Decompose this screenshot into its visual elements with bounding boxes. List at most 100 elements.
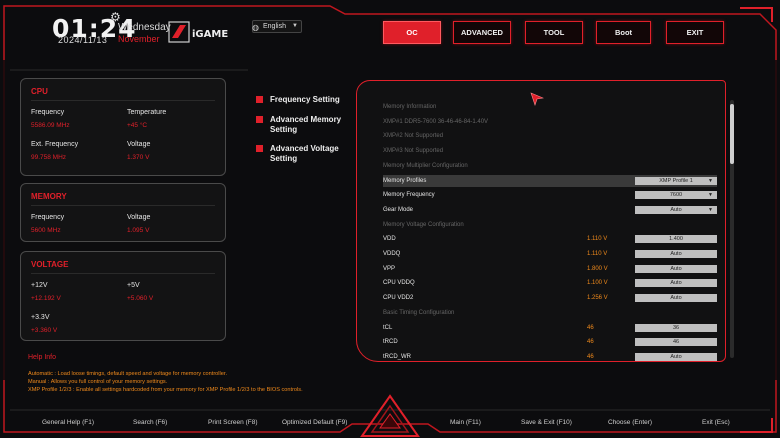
setting-row-trcd[interactable]: tRCD 46 46: [383, 336, 717, 348]
v33-label: +3.3V: [31, 314, 50, 321]
language-value: English: [263, 23, 286, 30]
v12-label: +12V: [31, 282, 48, 289]
cpu-temperature-value: +45 °C: [127, 122, 148, 129]
emblem-icon: [360, 394, 420, 437]
setting-field-value: 7600: [669, 192, 683, 199]
setting-label: tRCD: [383, 339, 398, 346]
cpu-temperature-label: Temperature: [127, 109, 167, 116]
footer-general-help[interactable]: General Help (F1): [42, 419, 94, 426]
setting-label: Gear Mode: [383, 206, 414, 213]
setting-input[interactable]: Auto: [635, 352, 717, 361]
setting-dropdown[interactable]: Auto ▼: [635, 205, 717, 214]
setting-row-cpu-vddq[interactable]: CPU VDDQ 1.100 V Auto: [383, 277, 717, 289]
setting-field-value: Auto: [670, 251, 682, 257]
footer-choose[interactable]: Choose (Enter): [608, 419, 652, 426]
setting-field-value: Auto: [670, 206, 682, 213]
setting-input[interactable]: Auto: [635, 250, 717, 258]
menu-item-advanced-memory-setting[interactable]: Advanced Memory Setting: [256, 115, 352, 135]
footer-optimized-default[interactable]: Optimized Default (F9): [282, 419, 347, 426]
setting-row-vdd[interactable]: VDD 1.110 V 1.400: [383, 233, 717, 245]
weekday-label: Wednesday: [118, 22, 171, 33]
setting-field-value: XMP Profile 1: [659, 177, 693, 184]
chevron-down-icon: ▼: [708, 177, 713, 184]
menu-item-frequency-setting[interactable]: Frequency Setting: [256, 95, 352, 105]
memory-frequency-value: 5600 MHz: [31, 227, 61, 234]
setting-label: VPP: [383, 265, 396, 272]
chevron-down-icon: ▼: [708, 192, 713, 199]
language-select[interactable]: ◍ English ▼: [252, 20, 302, 33]
setting-input[interactable]: 1.400: [635, 235, 717, 244]
clock-date: 2024/11/13: [58, 35, 108, 45]
setting-label: Memory Frequency: [383, 192, 435, 199]
footer-save-exit[interactable]: Save & Exit (F10): [521, 419, 572, 426]
cpu-panel: CPU Frequency 5586.09 MHz Temperature +4…: [20, 78, 226, 176]
setting-row-memory-profiles[interactable]: Memory Profiles XMP Profile 1 ▼: [383, 174, 717, 187]
settings-scrollbar[interactable]: [730, 100, 734, 358]
tab-advanced[interactable]: ADVANCED: [453, 21, 511, 44]
setting-row-memory-frequency[interactable]: Memory Frequency 7600 ▼: [383, 189, 717, 201]
memory-frequency-label: Frequency: [31, 214, 65, 221]
setting-label: XMP#1 DDR5-7600 36-46-46-84-1.40V: [383, 118, 489, 125]
footer-exit[interactable]: Exit (Esc): [702, 419, 730, 426]
memory-voltage-value: 1.095 V: [127, 227, 150, 234]
menu-item-advanced-voltage-setting[interactable]: Advanced Voltage Setting: [256, 144, 352, 164]
help-line: XMP Profile 1/2/3 : Enable all settings …: [28, 387, 303, 393]
tab-oc[interactable]: OC: [383, 21, 441, 44]
globe-icon: ◍: [252, 23, 259, 32]
setting-row-vpp[interactable]: VPP 1.800 V Auto: [383, 263, 717, 275]
info-row-xmp-2-not-supported: XMP#2 Not Supported: [383, 130, 717, 142]
setting-current-value: 1.100 V: [587, 280, 608, 287]
setting-dropdown[interactable]: XMP Profile 1 ▼: [635, 176, 717, 185]
footer-main[interactable]: Main (F11): [450, 419, 481, 426]
info-row-xmp-1-ddr5-7600-36-46-46-84-1-40v: XMP#1 DDR5-7600 36-46-46-84-1.40V: [383, 116, 717, 128]
setting-row-tcl[interactable]: tCL 46 36: [383, 322, 717, 334]
scrollbar-thumb[interactable]: [730, 104, 734, 164]
setting-dropdown[interactable]: 7600 ▼: [635, 191, 717, 200]
setting-label: VDDQ: [383, 251, 401, 257]
section-header-basic-timing-configuration: Basic Timing Configuration: [383, 307, 717, 319]
settings-panel: Memory Information XMP#1 DDR5-7600 36-46-…: [356, 80, 726, 362]
help-line: Automatic : Load loose timings, default …: [28, 371, 227, 377]
cursor-pointer-icon: [530, 92, 544, 106]
setting-label: CPU VDD2: [383, 295, 414, 302]
setting-field-value: Auto: [670, 265, 682, 272]
setting-row-gear-mode[interactable]: Gear Mode Auto ▼: [383, 204, 717, 216]
setting-field-value: 36: [672, 324, 680, 331]
footer-print-screen[interactable]: Print Screen (F8): [208, 419, 258, 426]
info-row-xmp-3-not-supported: XMP#3 Not Supported: [383, 145, 717, 157]
help-title: Help Info: [28, 354, 57, 361]
section-header-memory-voltage-configuration: Memory Voltage Configuration: [383, 219, 717, 231]
setting-row-trcd-wr[interactable]: tRCD_WR 46 Auto: [383, 351, 717, 361]
setting-field-value: 46: [672, 339, 680, 346]
setting-input[interactable]: Auto: [635, 279, 717, 288]
setting-label: Memory Voltage Configuration: [383, 221, 464, 228]
setting-label: XMP#2 Not Supported: [383, 133, 444, 140]
setting-input[interactable]: Auto: [635, 294, 717, 303]
tab-boot[interactable]: Boot: [596, 21, 651, 44]
setting-row-cpu-vdd2[interactable]: CPU VDD2 1.256 V Auto: [383, 292, 717, 304]
section-header-memory-information: Memory Information: [383, 101, 717, 113]
setting-label: tCL: [383, 324, 393, 331]
setting-input[interactable]: 36: [635, 323, 717, 332]
setting-label: Memory Multiplier Configuration: [383, 162, 468, 169]
cpu-voltage-value: 1.370 V: [127, 154, 150, 161]
setting-input[interactable]: 46: [635, 338, 717, 347]
tab-tool[interactable]: TOOL: [525, 21, 583, 44]
v5-value: +5.060 V: [127, 295, 154, 302]
setting-label: Basic Timing Configuration: [383, 309, 455, 316]
setting-current-value: 46: [587, 353, 594, 360]
voltage-title: VOLTAGE: [31, 260, 215, 274]
setting-label: Memory Profiles: [383, 177, 427, 184]
setting-label: Memory Information: [383, 104, 437, 110]
footer-search[interactable]: Search (F6): [133, 419, 167, 426]
chevron-down-icon: ▼: [292, 23, 298, 29]
setting-input[interactable]: Auto: [635, 264, 717, 273]
setting-row-vddq[interactable]: VDDQ 1.110 V Auto: [383, 248, 717, 260]
tab-exit[interactable]: EXIT: [666, 21, 724, 44]
setting-field-value: Auto: [670, 353, 682, 360]
voltage-panel: VOLTAGE +12V +12.192 V +5V +5.060 V +3.3…: [20, 251, 226, 341]
setting-current-value: 46: [587, 339, 594, 346]
v5-label: +5V: [127, 282, 140, 289]
setting-field-value: Auto: [670, 280, 682, 287]
setting-current-value: 1.800 V: [587, 265, 608, 272]
